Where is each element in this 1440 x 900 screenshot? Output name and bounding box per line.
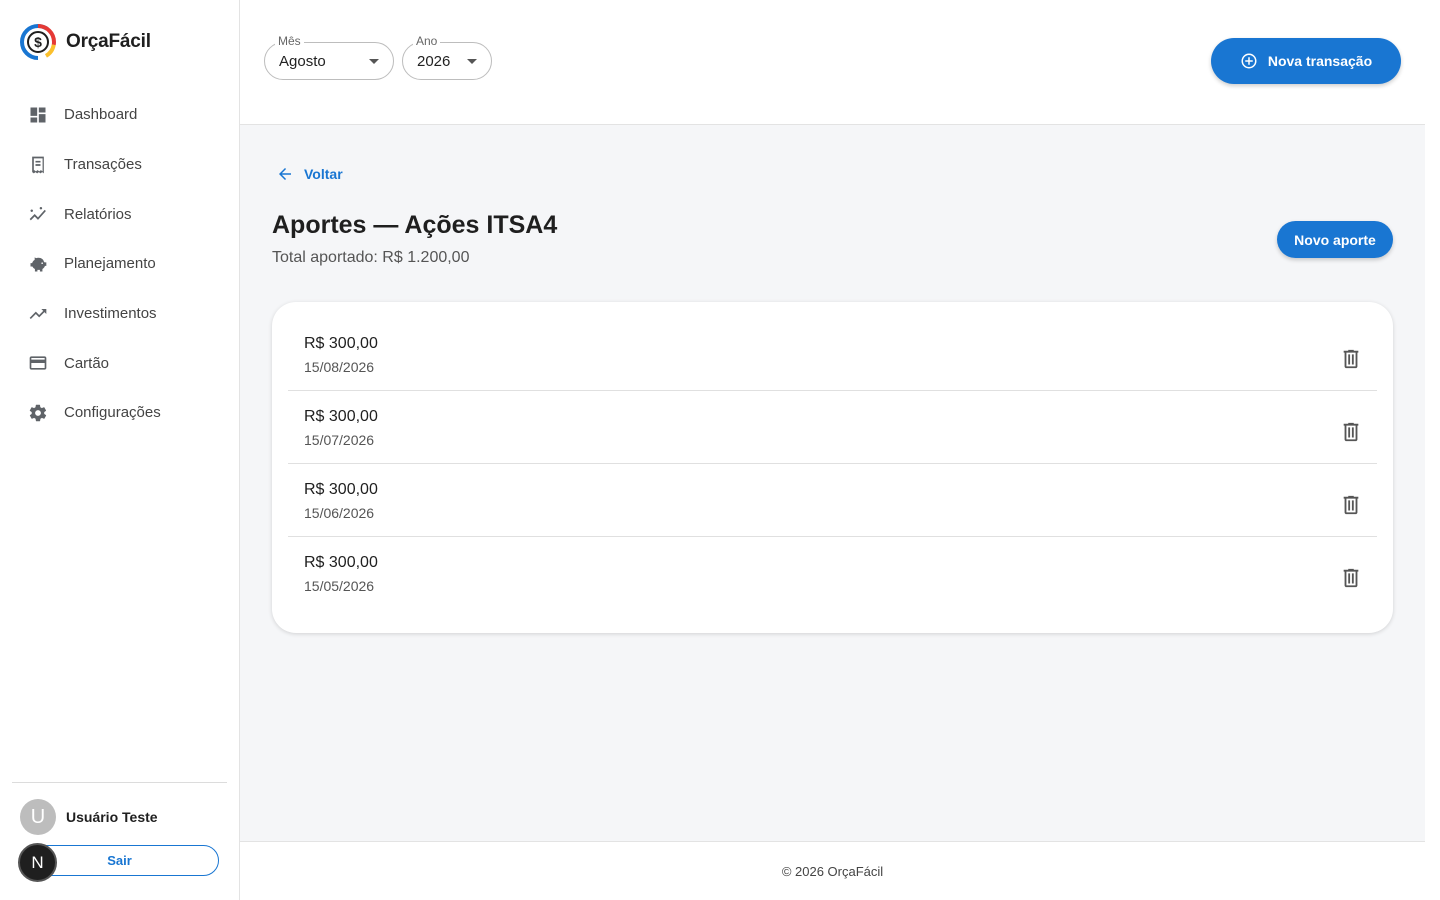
- dev-tools-badge[interactable]: N: [18, 843, 57, 882]
- aporte-amount: R$ 300,00: [304, 554, 378, 571]
- aporte-date: 15/05/2026: [304, 578, 375, 594]
- list-item: R$ 300,00 15/07/2026: [288, 408, 1377, 481]
- back-link[interactable]: Voltar: [276, 165, 343, 183]
- dashboard-icon: [28, 105, 48, 125]
- add-circle-icon: [1241, 53, 1257, 69]
- chevron-down-icon: [369, 59, 379, 64]
- aporte-amount: R$ 300,00: [304, 408, 378, 425]
- chevron-down-icon: [467, 59, 477, 64]
- gear-icon: [28, 403, 48, 423]
- year-select-value: 2026: [417, 53, 451, 70]
- aporte-date: 15/08/2026: [304, 359, 375, 375]
- month-select[interactable]: Mês Agosto: [264, 34, 394, 80]
- sidebar-item-investimentos[interactable]: Investimentos: [0, 289, 239, 339]
- brand[interactable]: $ OrçaFácil: [20, 24, 151, 60]
- sidebar-divider: [12, 782, 227, 783]
- logo-icon: $: [20, 24, 56, 60]
- sidebar-item-label: Relatórios: [64, 205, 132, 223]
- sidebar-item-dashboard[interactable]: Dashboard: [0, 90, 239, 140]
- delete-icon[interactable]: [1339, 493, 1363, 517]
- svg-text:$: $: [34, 34, 42, 50]
- main-content: Voltar Aportes — Ações ITSA4 Total aport…: [240, 125, 1425, 841]
- sidebar-item-label: Cartão: [64, 354, 110, 372]
- delete-icon[interactable]: [1339, 566, 1363, 590]
- trending-up-icon: [28, 304, 48, 324]
- sidebar-item-relatorios[interactable]: Relatórios: [0, 189, 239, 239]
- list-item: R$ 300,00 15/08/2026: [288, 335, 1377, 408]
- sidebar-nav: Dashboard Transações Relatórios Planejam…: [0, 90, 239, 438]
- year-select[interactable]: Ano 2026: [402, 34, 492, 80]
- list-divider: [288, 536, 1377, 537]
- aporte-amount: R$ 300,00: [304, 335, 378, 352]
- sidebar-item-label: Configurações: [64, 404, 161, 422]
- sidebar-item-transacoes[interactable]: Transações: [0, 140, 239, 190]
- sidebar-item-label: Transações: [64, 156, 142, 174]
- brand-name: OrçaFácil: [66, 31, 151, 52]
- arrow-left-icon: [279, 168, 291, 180]
- year-select-label: Ano: [413, 34, 441, 48]
- aporte-date: 15/07/2026: [304, 432, 375, 448]
- aporte-date: 15/06/2026: [304, 505, 375, 521]
- delete-icon[interactable]: [1339, 420, 1363, 444]
- list-divider: [288, 390, 1377, 391]
- list-item: R$ 300,00 15/06/2026: [288, 481, 1377, 554]
- page-title: Aportes — Ações ITSA4: [272, 211, 558, 239]
- new-aporte-button[interactable]: Novo aporte: [1277, 221, 1393, 258]
- aporte-amount: R$ 300,00: [304, 481, 378, 498]
- user-info: U Usuário Teste: [20, 799, 158, 835]
- top-header: Mês Agosto Ano 2026 Nova transação: [240, 0, 1425, 125]
- month-select-value: Agosto: [279, 53, 326, 70]
- avatar: U: [20, 799, 56, 835]
- sidebar-item-label: Investimentos: [64, 305, 157, 323]
- sidebar-item-label: Planejamento: [64, 255, 156, 273]
- month-select-label: Mês: [275, 34, 304, 48]
- sidebar-item-configuracoes[interactable]: Configurações: [0, 388, 239, 438]
- report-chart-icon: [28, 204, 48, 224]
- back-label: Voltar: [304, 166, 343, 182]
- user-name: Usuário Teste: [66, 809, 158, 825]
- footer: © 2026 OrçaFácil: [240, 841, 1425, 900]
- sidebar-item-cartao[interactable]: Cartão: [0, 338, 239, 388]
- list-divider: [288, 463, 1377, 464]
- new-transaction-button[interactable]: Nova transação: [1211, 38, 1401, 84]
- total-aportado: Total aportado: R$ 1.200,00: [272, 249, 470, 266]
- credit-card-icon: [28, 353, 48, 373]
- new-transaction-label: Nova transação: [1267, 53, 1373, 69]
- sidebar-item-label: Dashboard: [64, 106, 138, 124]
- list-item: R$ 300,00 15/05/2026: [288, 554, 1377, 627]
- receipt-icon: [28, 155, 48, 175]
- sidebar: $ OrçaFácil Dashboard Transações Relatór…: [0, 0, 240, 900]
- delete-icon[interactable]: [1339, 347, 1363, 371]
- footer-copyright: © 2026 OrçaFácil: [781, 863, 884, 879]
- aportes-list: R$ 300,00 15/08/2026 R$ 300,00 15/07/202…: [272, 302, 1393, 633]
- sidebar-item-planejamento[interactable]: Planejamento: [0, 239, 239, 289]
- piggy-bank-icon: [28, 254, 48, 274]
